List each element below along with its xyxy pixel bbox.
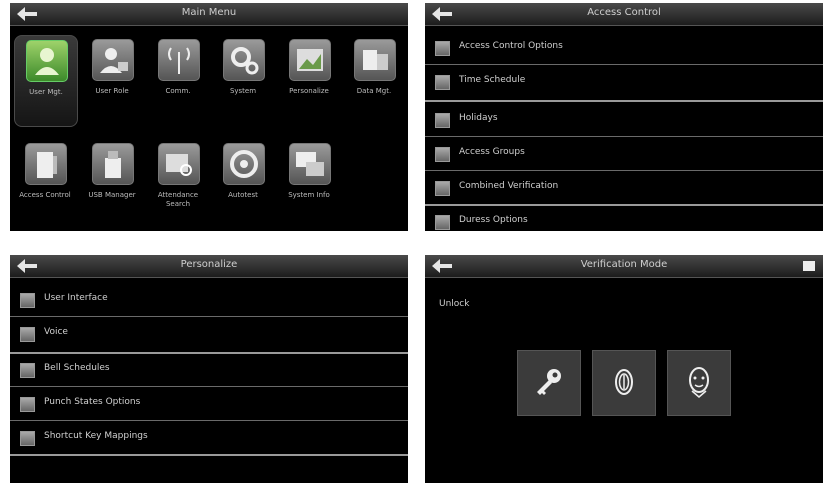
duress-icon bbox=[435, 215, 450, 230]
list-item-label: Time Schedule bbox=[459, 75, 526, 85]
title-bar: Personalize bbox=[10, 255, 408, 278]
list-item-label: Holidays bbox=[459, 113, 498, 123]
list-item-label: Duress Options bbox=[459, 215, 528, 225]
list-item-label: Shortcut Key Mappings bbox=[44, 431, 148, 441]
divider bbox=[10, 454, 408, 456]
data-management-icon bbox=[354, 39, 396, 81]
divider bbox=[425, 136, 823, 137]
list-item-access-groups[interactable]: Access Groups bbox=[425, 139, 823, 169]
verify-method-password[interactable] bbox=[517, 350, 581, 416]
unlock-label: Unlock bbox=[439, 299, 470, 309]
verification-mode-screen: Verification Mode Unlock bbox=[425, 255, 823, 483]
menu-tile-user-mgt[interactable]: User Mgt. bbox=[14, 35, 78, 127]
list-item-time-schedule[interactable]: Time Schedule bbox=[425, 67, 823, 97]
attendance-search-icon bbox=[158, 143, 200, 185]
menu-tile-label: System Info bbox=[288, 191, 330, 199]
face-icon bbox=[689, 367, 709, 398]
divider bbox=[425, 204, 823, 206]
menu-tile-label: System bbox=[229, 87, 257, 95]
menu-tile-autotest[interactable]: Autotest bbox=[212, 139, 274, 229]
clock-icon bbox=[435, 75, 450, 90]
screen-title: Access Control bbox=[587, 7, 661, 18]
options-icon bbox=[435, 41, 450, 56]
bell-icon bbox=[20, 363, 35, 378]
divider bbox=[425, 64, 823, 65]
punch-states-icon bbox=[20, 397, 35, 412]
title-bar: Verification Mode bbox=[425, 255, 823, 278]
holiday-calendar-icon bbox=[435, 113, 450, 128]
menu-tile-label: Attendance Search bbox=[157, 191, 199, 208]
access-door-icon bbox=[25, 143, 67, 185]
communication-antenna-icon bbox=[158, 39, 200, 81]
verify-method-fingerprint[interactable] bbox=[592, 350, 656, 416]
list-item-label: Access Control Options bbox=[459, 41, 563, 51]
screen-title: Personalize bbox=[180, 259, 238, 270]
list-item-label: User Interface bbox=[44, 293, 108, 303]
menu-tile-data-mgt[interactable]: Data Mgt. bbox=[343, 35, 405, 125]
list-item-shortcut-key-mappings[interactable]: Shortcut Key Mappings bbox=[10, 423, 408, 453]
title-bar: Access Control bbox=[425, 3, 823, 26]
list-item-access-control-options[interactable]: Access Control Options bbox=[425, 33, 823, 63]
groups-icon bbox=[435, 147, 450, 162]
system-info-monitor-icon bbox=[289, 143, 331, 185]
list-item-bell-schedules[interactable]: Bell Schedules bbox=[10, 355, 408, 385]
list-item-duress-options[interactable]: Duress Options bbox=[425, 207, 823, 231]
screen-title: Verification Mode bbox=[580, 259, 668, 270]
voice-icon bbox=[20, 327, 35, 342]
personalize-picture-icon bbox=[289, 39, 331, 81]
menu-tile-access-control[interactable]: Access Control bbox=[14, 139, 76, 229]
divider bbox=[425, 170, 823, 171]
menu-tile-label: Autotest bbox=[228, 191, 258, 199]
title-bar: Main Menu bbox=[10, 3, 408, 26]
combined-verify-icon bbox=[435, 181, 450, 196]
user-role-icon bbox=[92, 39, 134, 81]
menu-tile-label: User Mgt. bbox=[29, 88, 63, 96]
access-control-screen: Access Control Access Control Options Ti… bbox=[425, 3, 823, 231]
menu-tile-usb-manager[interactable]: USB Manager bbox=[81, 139, 143, 229]
list-item-voice[interactable]: Voice bbox=[10, 319, 408, 349]
menu-tile-label: Comm. bbox=[165, 87, 191, 95]
verify-method-face[interactable] bbox=[667, 350, 731, 416]
menu-tile-system[interactable]: System bbox=[212, 35, 274, 125]
key-icon bbox=[537, 369, 561, 395]
list-item-punch-states-options[interactable]: Punch States Options bbox=[10, 389, 408, 419]
menu-tile-label: Data Mgt. bbox=[356, 87, 392, 95]
list-item-label: Bell Schedules bbox=[44, 363, 110, 373]
gear-icon bbox=[223, 39, 265, 81]
divider bbox=[10, 386, 408, 387]
user-management-icon bbox=[26, 40, 68, 82]
menu-tile-label: Personalize bbox=[289, 87, 329, 95]
list-item-combined-verification[interactable]: Combined Verification bbox=[425, 173, 823, 203]
menu-tile-label: User Role bbox=[95, 87, 129, 95]
menu-tile-system-info[interactable]: System Info bbox=[278, 139, 340, 229]
menu-tile-user-role[interactable]: User Role bbox=[81, 35, 143, 125]
list-item-user-interface[interactable]: User Interface bbox=[10, 285, 408, 315]
battery-icon bbox=[803, 261, 815, 271]
menu-tile-label: Access Control bbox=[19, 191, 71, 199]
interface-icon bbox=[20, 293, 35, 308]
menu-tile-personalize[interactable]: Personalize bbox=[278, 35, 340, 125]
personalize-screen: Personalize User Interface Voice Bell Sc… bbox=[10, 255, 408, 483]
fingerprint-icon bbox=[615, 369, 633, 395]
shortcut-key-icon bbox=[20, 431, 35, 446]
menu-tile-comm[interactable]: Comm. bbox=[147, 35, 209, 125]
main-menu-screen: Main Menu User Mgt. User Role Comm. Syst… bbox=[10, 3, 408, 231]
divider bbox=[425, 100, 823, 102]
usb-drive-icon bbox=[92, 143, 134, 185]
autotest-dial-icon bbox=[223, 143, 265, 185]
menu-tile-attendance-search[interactable]: Attendance Search bbox=[147, 139, 209, 229]
list-item-label: Combined Verification bbox=[459, 181, 559, 191]
divider bbox=[10, 420, 408, 421]
divider bbox=[10, 316, 408, 317]
screen-title: Main Menu bbox=[181, 7, 237, 18]
divider bbox=[10, 352, 408, 354]
list-item-holidays[interactable]: Holidays bbox=[425, 105, 823, 135]
list-item-label: Punch States Options bbox=[44, 397, 141, 407]
menu-tile-label: USB Manager bbox=[88, 191, 136, 199]
list-item-label: Access Groups bbox=[459, 147, 525, 157]
list-item-label: Voice bbox=[44, 327, 68, 337]
